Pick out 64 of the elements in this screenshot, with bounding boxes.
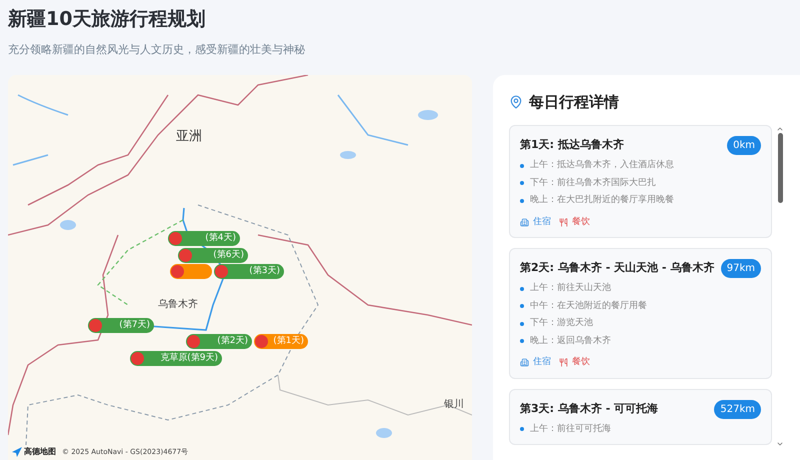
marker-pin-icon[interactable] xyxy=(89,319,102,332)
schedule-item: 下午：游览天池 xyxy=(530,317,593,330)
map-marker-tag[interactable]: (第1天) xyxy=(254,334,308,349)
map-marker-tag[interactable]: (第6天) xyxy=(178,248,248,263)
marker-label: 克草原(第9天) xyxy=(160,352,218,365)
bullet-icon xyxy=(520,286,524,291)
map-marker-tag[interactable]: (第4天) xyxy=(168,231,240,246)
utensils-icon xyxy=(559,218,568,227)
dining-tag: 餐饮 xyxy=(572,216,590,229)
page-subtitle: 充分领略新疆的自然风光与人文历史，感受新疆的壮美与神秘 xyxy=(8,42,306,58)
distance-badge: 97km xyxy=(720,259,761,278)
map-marker-tag[interactable]: (第2天) xyxy=(186,334,252,349)
marker-pin-icon[interactable] xyxy=(215,265,228,278)
map-logo[interactable]: 高德地图 xyxy=(24,446,56,458)
schedule-item: 上午：前往可可托海 xyxy=(530,422,611,436)
bullet-icon xyxy=(520,164,524,168)
map-marker-tag[interactable]: 克草原(第9天) xyxy=(130,351,222,366)
schedule-item: 晚上：在大巴扎附近的餐厅享用晚餐 xyxy=(530,194,674,207)
map-place-label: 乌鲁木齐 xyxy=(158,298,198,312)
lodging-tag: 住宿 xyxy=(533,216,551,229)
marker-pin-icon[interactable] xyxy=(131,352,144,365)
distance-badge: 0km xyxy=(727,136,761,155)
marker-pin-icon[interactable] xyxy=(171,265,184,278)
dining-tag: 餐饮 xyxy=(572,356,590,370)
marker-label: (第6天) xyxy=(213,248,244,262)
map-marker-tag[interactable] xyxy=(170,264,212,279)
bullet-icon xyxy=(520,304,524,308)
day-title: 第3天: 乌鲁木齐 - 可可托海 xyxy=(520,400,658,417)
marker-label: (第1天) xyxy=(273,334,304,348)
schedule-item: 中午：在天池附近的餐厅用餐 xyxy=(530,300,647,312)
panel-title: 每日行程详情 xyxy=(529,92,619,113)
scroll-down-icon[interactable] xyxy=(776,440,784,448)
marker-label: (第2天) xyxy=(217,334,248,348)
day-title: 第1天: 抵达乌鲁木齐 xyxy=(520,137,624,154)
map-place-label: 银川 xyxy=(444,398,464,412)
marker-pin-icon[interactable] xyxy=(169,232,182,245)
marker-label: (第7天) xyxy=(119,318,150,332)
building-icon xyxy=(520,218,529,227)
schedule-item: 上午：抵达乌鲁木齐，入住酒店休息 xyxy=(530,159,674,172)
marker-pin-icon[interactable] xyxy=(187,335,200,348)
schedule-item: 晚上：返回乌鲁木齐 xyxy=(530,334,611,348)
page-title: 新疆10天旅游行程规划 xyxy=(8,7,206,32)
lodging-tag: 住宿 xyxy=(533,356,551,370)
marker-pin-icon[interactable] xyxy=(179,249,192,262)
bullet-icon xyxy=(520,322,524,326)
location-pin-icon xyxy=(509,95,523,109)
utensils-icon xyxy=(559,358,568,368)
distance-badge: 527km xyxy=(714,400,761,418)
map-marker-tag[interactable]: (第3天) xyxy=(214,264,284,279)
schedule-item: 上午：前往天山天池 xyxy=(530,282,611,295)
bullet-icon xyxy=(520,198,524,203)
bullet-icon xyxy=(520,339,524,344)
bullet-icon xyxy=(520,427,524,432)
schedule-item: 下午：前往乌鲁木齐国际大巴扎 xyxy=(530,176,656,190)
logo-arrow-icon xyxy=(12,447,22,457)
marker-label: (第3天) xyxy=(249,264,280,278)
marker-pin-icon[interactable] xyxy=(255,335,268,348)
scroll-up-icon[interactable] xyxy=(776,125,784,133)
bullet-icon xyxy=(520,181,524,186)
day-title: 第2天: 乌鲁木齐 - 天山天池 - 乌鲁木齐 xyxy=(520,260,714,276)
building-icon xyxy=(520,358,529,368)
map-marker-tag[interactable]: (第7天) xyxy=(88,318,154,333)
map-place-label: 亚洲 xyxy=(176,128,202,146)
marker-label: (第4天) xyxy=(205,232,236,245)
